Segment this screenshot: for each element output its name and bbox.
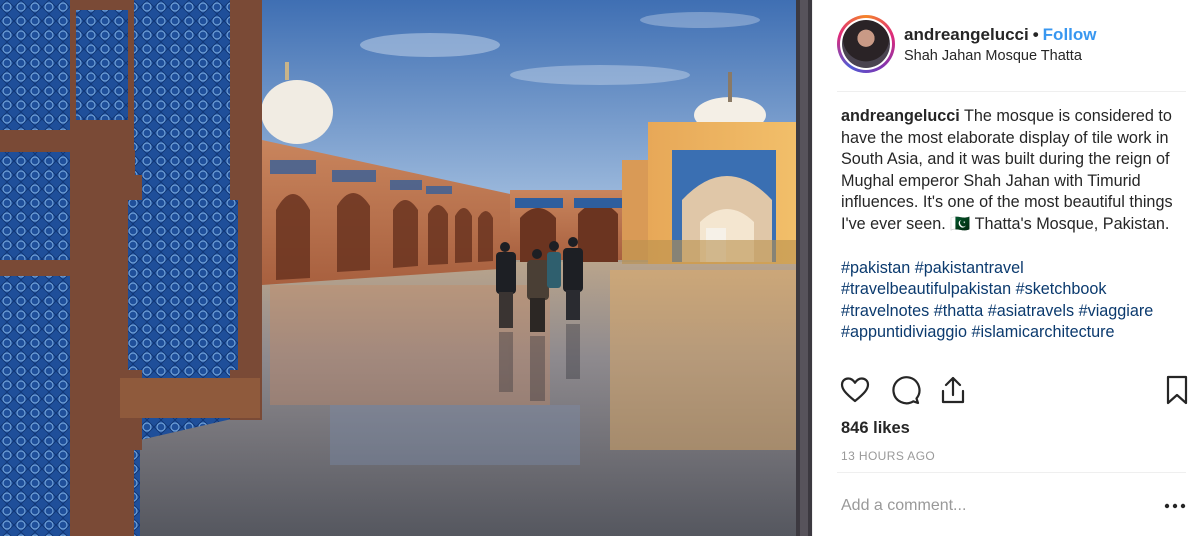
hashtag-link[interactable]: #pakistan	[841, 259, 910, 277]
hashtag-link[interactable]: #thatta	[934, 302, 984, 320]
hashtag-link[interactable]: #islamicarchitecture	[972, 323, 1115, 341]
post-header: andreangelucci • Follow Shah Jahan Mosque …	[813, 0, 1200, 90]
hashtag-link[interactable]: #travelbeautifulpakistan	[841, 280, 1011, 298]
hashtag-link[interactable]: #sketchbook	[1016, 280, 1107, 298]
hashtag-list: #pakistan #pakistantravel #travelbeautif…	[841, 258, 1187, 344]
mosque-courtyard-image	[0, 0, 812, 536]
caption-body: andreangelucci The mosque is considered …	[841, 106, 1187, 236]
share-icon[interactable]	[937, 374, 969, 406]
heart-icon[interactable]	[839, 374, 871, 406]
divider	[837, 91, 1186, 92]
more-options-icon[interactable]	[1163, 496, 1187, 516]
post-details-panel: andreangelucci • Follow Shah Jahan Mosque …	[812, 0, 1200, 536]
action-bar	[839, 374, 1189, 410]
likes-count[interactable]: 846 likes	[841, 419, 910, 438]
avatar-image	[842, 20, 890, 68]
avatar-frame	[840, 18, 892, 70]
hashtag-link[interactable]: #viaggiare	[1079, 302, 1154, 320]
hashtag-link[interactable]: #asiatravels	[988, 302, 1074, 320]
post-photo[interactable]	[0, 0, 812, 536]
separator-dot: •	[1032, 25, 1039, 44]
hashtag-link[interactable]: #travelnotes	[841, 302, 929, 320]
caption-username[interactable]: andreangelucci	[841, 107, 960, 125]
bookmark-icon[interactable]	[1161, 374, 1193, 406]
post-caption: andreangelucci The mosque is considered …	[841, 106, 1187, 344]
comment-bubble-icon[interactable]	[889, 374, 921, 406]
username-link[interactable]: andreangelucci	[904, 25, 1029, 44]
divider	[837, 472, 1186, 473]
avatar[interactable]	[837, 15, 895, 73]
header-user-line: andreangelucci • Follow	[904, 25, 1097, 45]
comment-input[interactable]	[841, 494, 1131, 518]
location-link[interactable]: Shah Jahan Mosque Thatta	[904, 48, 1082, 64]
post-timestamp[interactable]: 13 HOURS AGO	[841, 449, 935, 463]
follow-button[interactable]: Follow	[1043, 25, 1097, 44]
hashtag-link[interactable]: #appuntidiviaggio	[841, 323, 967, 341]
hashtag-link[interactable]: #pakistantravel	[915, 259, 1024, 277]
caption-text: The mosque is considered to have the mos…	[841, 107, 1173, 233]
